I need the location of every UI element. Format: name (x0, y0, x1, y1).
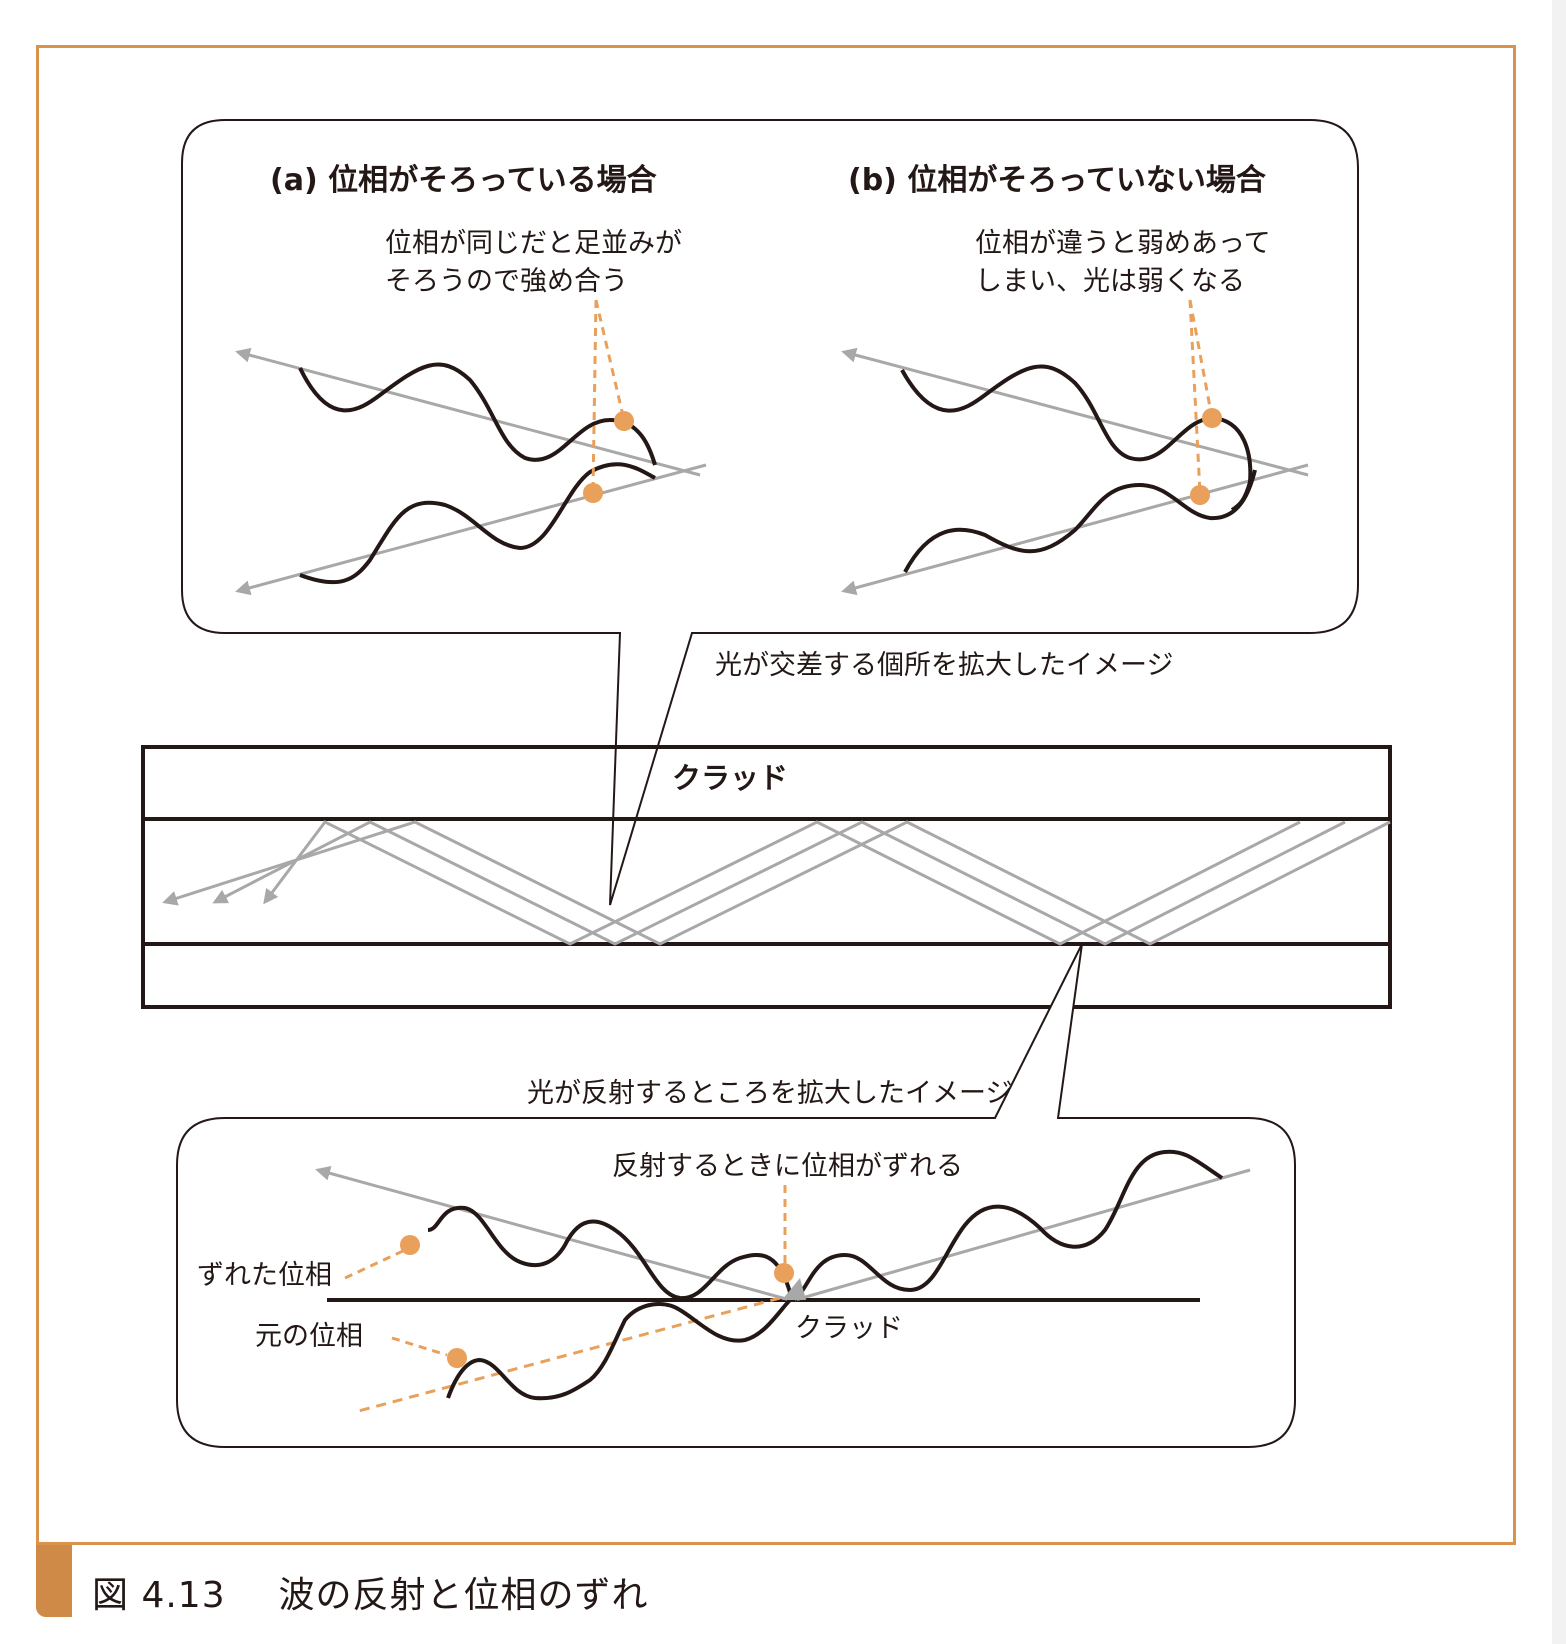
panel-b-lower-dot (1190, 485, 1210, 505)
shifted-phase-dot (400, 1235, 420, 1255)
figure-title: 波の反射と位相のずれ (278, 1575, 649, 1616)
panel-a-upper-dot (614, 411, 634, 431)
original-phase-dot (447, 1348, 467, 1368)
panel-b-note-line1: 位相が違うと弱めあって (975, 228, 1271, 259)
figure-number: 図 4.13 (92, 1575, 226, 1616)
caption-tab (36, 1545, 72, 1617)
reflection-cladding-label: クラッド (795, 1313, 903, 1344)
panel-a-note-line1: 位相が同じだと足並みが (385, 228, 682, 259)
panel-a-lower-dot (583, 483, 603, 503)
panel-a-title: (a) 位相がそろっている場合 (270, 163, 657, 198)
panel-b-note-line2: しまい、光は弱くなる (975, 266, 1245, 297)
crossing-caption: 光が交差する個所を拡大したイメージ (715, 650, 1174, 681)
panel-a-note-line2: そろうので強め合う (385, 266, 628, 297)
original-phase-label: 元の位相 (255, 1321, 363, 1352)
panel-b-upper-dot (1202, 408, 1222, 428)
shifted-phase-label: ずれた位相 (197, 1260, 332, 1291)
reflection-caption: 光が反射するところを拡大したイメージ (527, 1078, 1013, 1109)
core-rays (162, 820, 1391, 946)
figure-caption: 図 4.13 波の反射と位相のずれ (92, 1566, 649, 1618)
lower-callout-bubble (176, 943, 1296, 1448)
panel-b-title: (b) 位相がそろっていない場合 (848, 163, 1266, 198)
fiber-cladding-label: クラッド (672, 761, 789, 795)
diagram-canvas (141, 119, 1392, 1448)
shift-dot (774, 1263, 794, 1283)
reflection-title: 反射するときに位相がずれる (612, 1151, 963, 1182)
